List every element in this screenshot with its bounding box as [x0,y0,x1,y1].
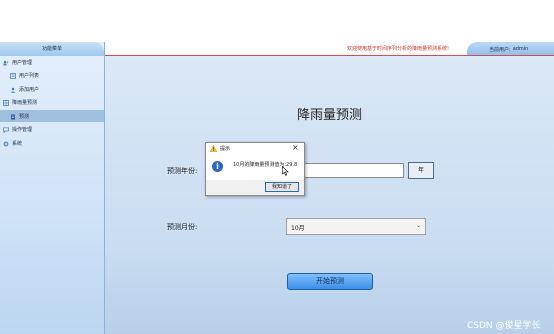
month-label: 预测月份: [167,223,198,231]
info-icon: i [212,161,223,172]
dialog-footer: 我知道了 [206,180,304,195]
mouse-cursor-icon [282,166,289,176]
main-panel: 降雨量预测 预测年份: 3 年 预测月份: 10月 ⌄ 开始预测 [105,56,554,334]
gear-icon [3,141,9,146]
warning-icon [210,145,217,152]
page-title: 降雨量预测 [296,108,362,123]
doc-icon [11,114,15,119]
sidebar: 功能菜单 用户管理 用户列表 添加用户 降雨量预测 预测 操作管理 系统 [0,42,105,334]
sidebar-item-label: 降雨量预测 [12,100,38,106]
list-icon [10,72,16,79]
chevron-down-icon: ⌄ [415,222,421,229]
user-add-icon [10,87,16,93]
current-username: admin [512,46,529,52]
sidebar-item-add-user[interactable]: 添加用户 [10,86,39,93]
alert-dialog: 提示 × i 10月的降雨量预测值为:29.8 我知道了 [205,142,305,196]
month-select[interactable]: 10月 ⌄ [286,218,426,235]
dialog-title: 提示 [220,146,231,152]
sidebar-item-rainfall-prediction[interactable]: 降雨量预测 [3,99,37,106]
sidebar-item-label: 用户列表 [19,73,40,79]
current-user-label: 当前用户: [489,46,511,53]
sidebar-item-label: 预测 [19,114,30,120]
close-icon[interactable]: × [292,143,299,153]
sidebar-item-user-management[interactable]: 用户管理 [3,59,32,66]
sidebar-item-label: 操作管理 [12,127,33,133]
dialog-ok-button[interactable]: 我知道了 [265,182,299,192]
sidebar-item-predict[interactable]: 预测 [10,113,29,120]
sidebar-item-system[interactable]: 系统 [3,140,22,147]
dialog-titlebar: 提示 × [206,143,304,154]
sidebar-title: 功能菜单 [0,42,104,56]
dialog-body: i 10月的降雨量预测值为:29.8 [206,154,304,180]
sidebar-item-label: 用户管理 [12,60,33,66]
top-strip [0,0,554,42]
grid-icon [3,99,9,106]
sidebar-item-operation-management[interactable]: 操作管理 [3,126,32,133]
chat-icon [3,126,9,133]
start-prediction-button[interactable]: 开始预测 [287,273,373,290]
sidebar-item-label: 添加用户 [19,87,40,93]
current-user-box: 当前用户: admin [467,42,554,56]
watermark: CSDN @俊星学长 [467,321,541,331]
month-select-value: 10月 [291,225,305,232]
year-button[interactable]: 年 [408,162,434,179]
users-icon [3,60,9,65]
sidebar-item-label: 系统 [12,141,23,147]
year-label: 预测年份: [167,167,198,175]
welcome-marquee: 欢迎使用基于时间序列分析的降雨量预测系统! [347,46,450,52]
sidebar-item-user-list[interactable]: 用户列表 [10,72,39,79]
